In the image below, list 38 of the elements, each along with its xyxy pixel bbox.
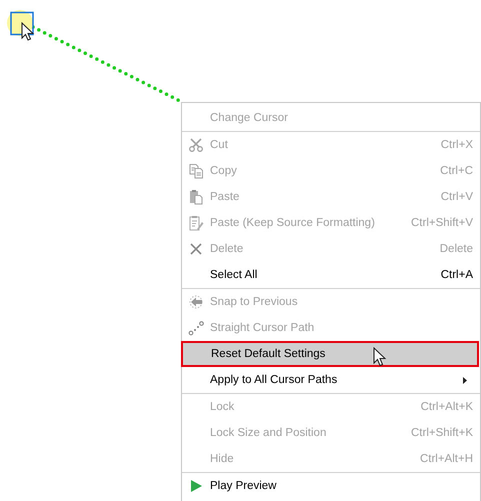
- shortcut-label: Ctrl+Alt+H: [420, 453, 473, 465]
- copy-icon: [188, 163, 204, 179]
- paste-icon: [188, 189, 204, 205]
- menu-item-label: Reset Default Settings: [211, 348, 326, 360]
- shortcut-label: Ctrl+X: [440, 139, 473, 151]
- delete-icon: [188, 241, 204, 257]
- menu-item-label: Cut: [210, 139, 228, 151]
- menu-item-label: Straight Cursor Path: [210, 322, 314, 334]
- menu-item-label: Paste (Keep Source Formatting): [210, 217, 375, 229]
- submenu-arrow-icon: [463, 376, 467, 384]
- menu-item[interactable]: Apply to All Cursor Paths: [182, 367, 480, 393]
- menu-item-label: Change Cursor: [210, 112, 288, 124]
- pointer-icon: [22, 22, 34, 41]
- menu-item-label: Select All: [210, 269, 258, 281]
- shortcut-label: Ctrl+A: [440, 269, 473, 281]
- menu-item-label: Lock: [210, 401, 234, 413]
- menu-item-label: Snap to Previous: [210, 296, 298, 308]
- shortcut-label: Ctrl+C: [440, 165, 473, 177]
- pointer-icon: [373, 347, 387, 367]
- shortcut-label: Ctrl+Shift+K: [411, 427, 473, 439]
- menu-item-label: Play Preview: [210, 480, 276, 492]
- scissors-icon: [188, 137, 204, 153]
- menu-item[interactable]: Reset Default Settings: [181, 341, 479, 367]
- menu-item-label: Delete: [210, 243, 244, 255]
- dotted-path-icon: [188, 320, 204, 336]
- menu-item[interactable]: Play Preview: [182, 473, 480, 499]
- play-icon: [188, 478, 204, 494]
- paste-format-icon: [188, 215, 204, 231]
- shortcut-label: Ctrl+V: [440, 191, 473, 203]
- shortcut-label: Delete: [440, 243, 473, 255]
- menu-item-label: Copy: [210, 165, 237, 177]
- menu-item-label: Apply to All Cursor Paths: [210, 374, 338, 386]
- menu-item-label: Lock Size and Position: [210, 427, 326, 439]
- menu-item-label: Hide: [210, 453, 234, 465]
- menu-item-label: Paste: [210, 191, 240, 203]
- shortcut-label: Ctrl+Shift+V: [411, 217, 473, 229]
- shortcut-label: Ctrl+Alt+K: [420, 401, 473, 413]
- menu-item[interactable]: Select All Ctrl+A: [182, 262, 480, 288]
